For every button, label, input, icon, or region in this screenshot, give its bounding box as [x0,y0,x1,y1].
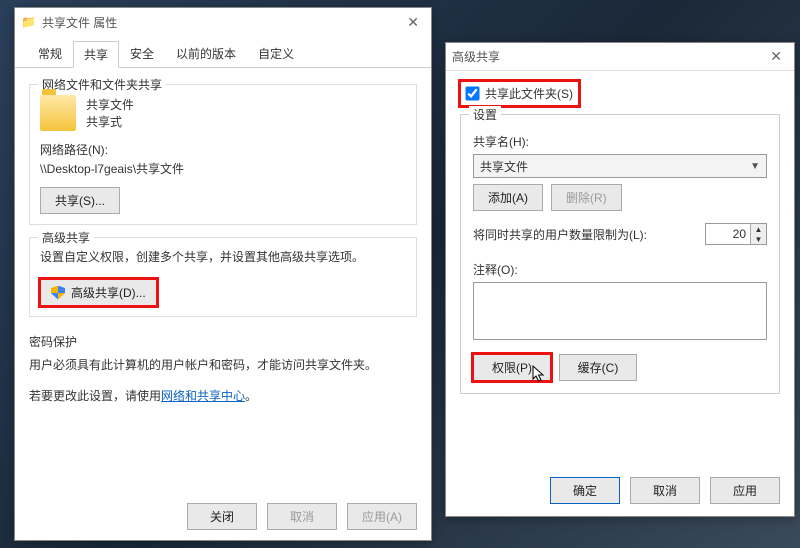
close-icon[interactable]: ✕ [401,14,425,31]
group-password: 密码保护 用户必须具有此计算机的用户帐户和密码，才能访问共享文件夹。 若要更改此… [29,329,417,404]
share-folder-checkbox[interactable] [465,86,479,100]
tabs: 常规 共享 安全 以前的版本 自定义 [15,38,431,68]
tab-previous-versions[interactable]: 以前的版本 [165,40,247,67]
limit-value: 20 [706,224,750,244]
titlebar: 📁 共享文件 属性 ✕ [15,8,431,36]
close-button[interactable]: 关闭 [187,503,257,530]
cancel-button[interactable]: 取消 [630,477,700,504]
limit-label: 将同时共享的用户数量限制为(L): [473,226,647,243]
group-title: 高级共享 [38,229,94,246]
netpath-value: \\Desktop-l7geais\共享文件 [40,160,406,177]
group-advanced-sharing: 高级共享 设置自定义权限，创建多个共享，并设置其他高级共享选项。 高级共享(D)… [29,237,417,317]
netpath-label: 网络路径(N): [40,141,406,158]
permissions-button[interactable]: 权限(P) [473,354,551,381]
settings-legend: 设置 [469,106,501,123]
advanced-sharing-dialog: 高级共享 ✕ 共享此文件夹(S) 设置 共享名(H): 共享文件 ▼ 添加(A)… [445,42,795,517]
properties-window: 📁 共享文件 属性 ✕ 常规 共享 安全 以前的版本 自定义 网络文件和文件夹共… [14,7,432,541]
shield-icon [51,286,65,300]
password-line1: 用户必须具有此计算机的用户帐户和密码，才能访问共享文件夹。 [29,356,417,373]
tab-sharing[interactable]: 共享 [73,41,119,68]
cursor-icon [532,365,546,383]
spinner-down-icon[interactable]: ▼ [751,234,766,244]
group-network-sharing: 网络文件和文件夹共享 共享文件 共享式 网络路径(N): \\Desktop-l… [29,84,417,225]
folder-name: 共享文件 [86,96,134,113]
ok-button[interactable]: 确定 [550,477,620,504]
advanced-desc: 设置自定义权限，创建多个共享，并设置其他高级共享选项。 [40,248,406,265]
caching-button[interactable]: 缓存(C) [559,354,637,381]
titlebar: 高级共享 ✕ [446,43,794,71]
password-line2-suffix: 。 [245,389,257,403]
apply-button[interactable]: 应用 [710,477,780,504]
password-line2-prefix: 若要更改此设置，请使用 [29,389,161,403]
cancel-button[interactable]: 取消 [267,503,337,530]
comment-textarea[interactable] [473,282,767,340]
folder-icon: 📁 [21,15,36,29]
settings-fieldset: 设置 共享名(H): 共享文件 ▼ 添加(A) 删除(R) 将同时共享的用户数量… [460,114,780,394]
tab-general[interactable]: 常规 [27,40,73,67]
network-sharing-center-link[interactable]: 网络和共享中心 [161,389,245,403]
sharename-value: 共享文件 [480,158,528,175]
comment-label: 注释(O): [473,261,767,278]
tab-customize[interactable]: 自定义 [247,40,305,67]
tab-panel-sharing: 网络文件和文件夹共享 共享文件 共享式 网络路径(N): \\Desktop-l… [15,68,431,426]
dialog-buttons: 确定 取消 应用 [550,477,780,504]
group-title: 密码保护 [29,333,417,350]
close-icon[interactable]: ✕ [764,48,788,65]
advanced-sharing-label: 高级共享(D)... [71,284,146,301]
window-title: 高级共享 [452,48,500,65]
remove-button[interactable]: 删除(R) [551,184,622,211]
advanced-sharing-button[interactable]: 高级共享(D)... [40,279,157,306]
permissions-label: 权限(P) [492,361,532,375]
sharename-label: 共享名(H): [473,133,767,150]
add-button[interactable]: 添加(A) [473,184,543,211]
chevron-down-icon: ▼ [750,161,760,172]
share-state: 共享式 [86,113,134,130]
folder-icon [40,95,76,131]
group-title: 网络文件和文件夹共享 [38,76,166,93]
share-folder-label: 共享此文件夹(S) [485,85,573,102]
dialog-buttons: 关闭 取消 应用(A) [187,503,417,530]
spinner-up-icon[interactable]: ▲ [751,224,766,234]
apply-button[interactable]: 应用(A) [347,503,417,530]
tab-security[interactable]: 安全 [119,40,165,67]
limit-spinner[interactable]: 20 ▲ ▼ [705,223,767,245]
share-folder-checkbox-row[interactable]: 共享此文件夹(S) [460,81,579,106]
share-button[interactable]: 共享(S)... [40,187,120,214]
window-title: 共享文件 属性 [42,14,117,31]
sharename-select[interactable]: 共享文件 ▼ [473,154,767,178]
